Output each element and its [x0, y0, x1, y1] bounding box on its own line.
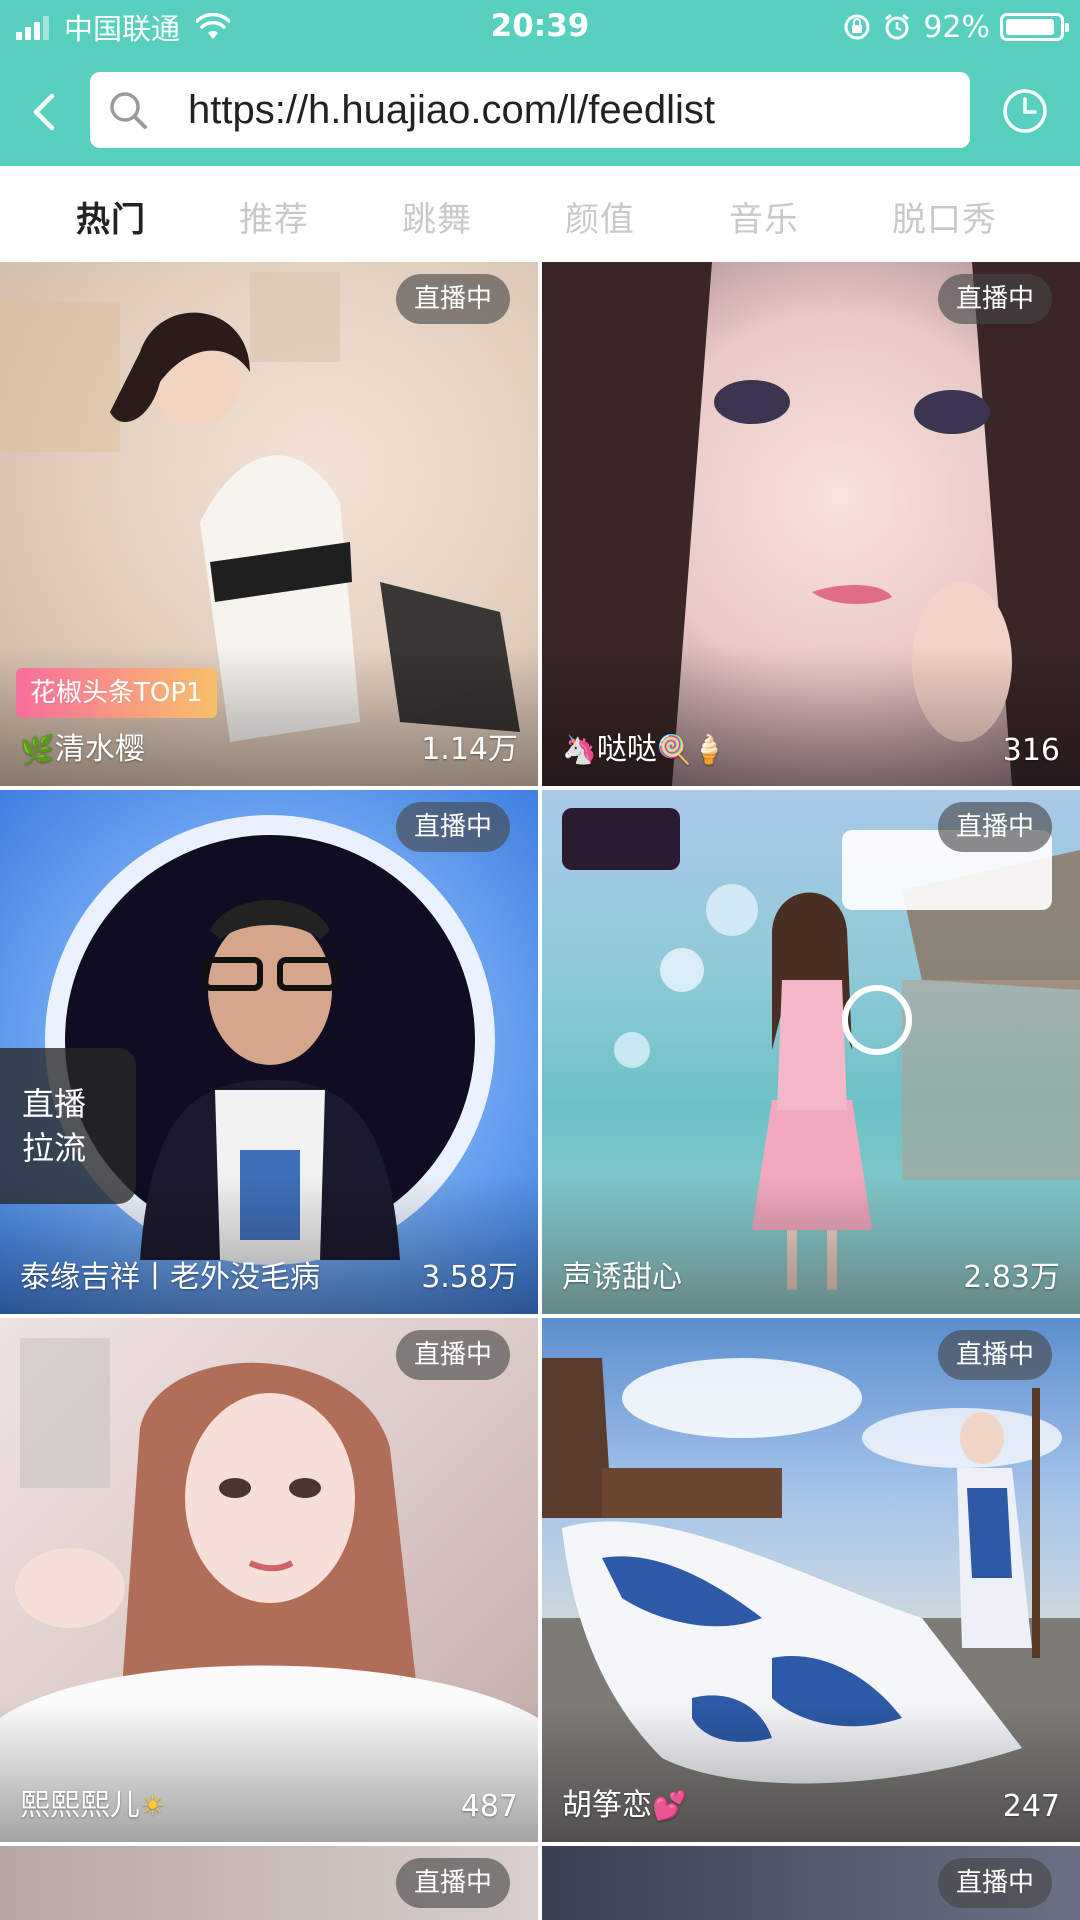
- viewer-count: 487: [460, 1789, 518, 1824]
- card-title: 胡筝恋💕: [562, 1780, 687, 1824]
- streamer-name: 熙熙熙儿: [20, 1788, 140, 1823]
- live-card[interactable]: 直播中 胡筝恋💕 247: [542, 1318, 1080, 1842]
- viewer-count: 3.58万: [421, 1260, 518, 1295]
- live-badge: 直播中: [937, 1858, 1052, 1908]
- tab-music[interactable]: 音乐: [729, 192, 799, 241]
- live-badge: 直播中: [395, 802, 510, 852]
- streamer-name: 泰缘吉祥丨老外没毛病: [20, 1260, 320, 1295]
- live-badge: 直播中: [937, 802, 1052, 852]
- live-pull-stream-button[interactable]: 直播 拉流: [0, 1048, 136, 1204]
- card-title: 声诱甜心: [562, 1252, 682, 1296]
- live-feed-grid: 直播中 花椒头条TOP1 🌿清水樱 1.14万 直播中 🦄哒哒🍭🍦 316 直播…: [0, 262, 1080, 1920]
- rotation-lock-icon: [844, 14, 870, 40]
- live-badge: 直播中: [937, 1330, 1052, 1380]
- lollipop-icecream-icon: 🍭🍦: [656, 733, 727, 766]
- card-title: 泰缘吉祥丨老外没毛病: [20, 1252, 320, 1296]
- unicorn-icon: 🦄: [562, 733, 597, 766]
- streamer-name: 胡筝恋: [562, 1788, 652, 1823]
- battery-icon: [1000, 13, 1069, 41]
- alarm-icon: [885, 13, 910, 40]
- live-card[interactable]: 直播中: [0, 1846, 538, 1920]
- status-right: 92%: [843, 9, 1069, 45]
- history-clock-icon[interactable]: [1000, 86, 1050, 136]
- live-badge: 直播中: [395, 1330, 510, 1380]
- streamer-name: 清水樱: [54, 732, 145, 767]
- streamer-name: 声诱甜心: [562, 1260, 682, 1295]
- url-text: https://h.huajiao.com/l/feedlist: [188, 87, 715, 132]
- viewer-count: 1.14万: [421, 732, 518, 767]
- status-bar: 中国联通 20:39 92%: [0, 0, 1080, 54]
- back-icon[interactable]: [18, 84, 74, 140]
- live-badge: 直播中: [937, 274, 1052, 324]
- viewer-count: 316: [1002, 733, 1060, 768]
- viewer-count: 2.83万: [963, 1260, 1060, 1295]
- live-card[interactable]: 直播中 声诱甜心 2.83万: [542, 790, 1080, 1314]
- live-badge: 直播中: [395, 1858, 510, 1908]
- float-tag-line1: 直播: [22, 1085, 87, 1123]
- card-title: 🌿清水樱: [20, 724, 145, 768]
- streamer-name: 哒哒: [596, 732, 657, 767]
- leaf-icon: 🌿: [20, 733, 55, 766]
- battery-percent: 92%: [923, 9, 990, 45]
- tab-dance[interactable]: 跳舞: [402, 192, 472, 241]
- url-bar[interactable]: https://h.huajiao.com/l/feedlist: [90, 72, 970, 148]
- browser-header: 中国联通 20:39 92% https://h.huajiao.com/l/f…: [0, 0, 1080, 166]
- browser-nav-bar: https://h.huajiao.com/l/feedlist: [0, 54, 1080, 166]
- search-icon: [110, 92, 147, 129]
- sun-icon: ☀: [140, 1789, 166, 1822]
- hearts-icon: 💕: [652, 1789, 687, 1822]
- tab-recommend[interactable]: 推荐: [239, 192, 309, 241]
- live-badge: 直播中: [395, 274, 510, 324]
- live-card[interactable]: 直播中 🦄哒哒🍭🍦 316: [542, 262, 1080, 786]
- tab-talk-show[interactable]: 脱口秀: [892, 192, 997, 241]
- tab-hot[interactable]: 热门: [76, 192, 146, 241]
- tab-looks[interactable]: 颜值: [565, 192, 635, 241]
- card-title: 🦄哒哒🍭🍦: [562, 724, 727, 768]
- live-card[interactable]: 直播中 花椒头条TOP1 🌿清水樱 1.14万: [0, 262, 538, 786]
- rank-tag: 花椒头条TOP1: [16, 668, 217, 718]
- viewer-count: 247: [1002, 1789, 1060, 1824]
- live-card[interactable]: 直播中 熙熙熙儿☀ 487: [0, 1318, 538, 1842]
- card-title: 熙熙熙儿☀: [20, 1780, 165, 1824]
- category-tabs: 热门 推荐 跳舞 颜值 音乐 脱口秀: [0, 166, 1080, 262]
- battery-level: [1006, 19, 1054, 35]
- float-tag-line2: 拉流: [22, 1129, 87, 1167]
- live-card[interactable]: 直播中: [542, 1846, 1080, 1920]
